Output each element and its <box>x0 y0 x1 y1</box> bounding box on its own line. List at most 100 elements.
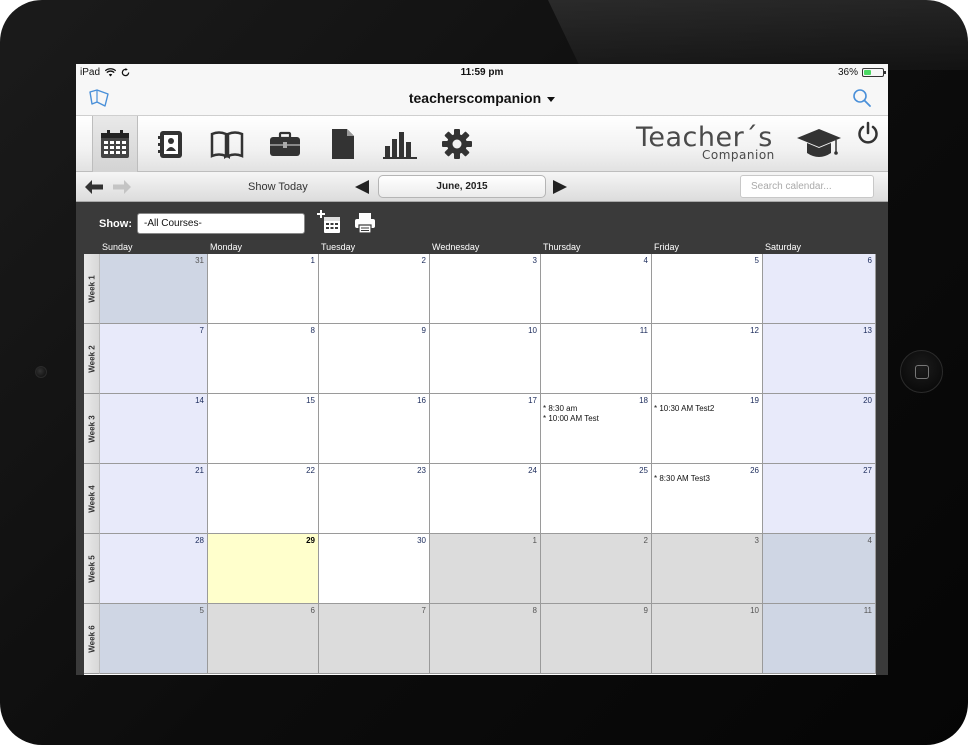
day-number: 4 <box>643 256 648 265</box>
chevron-down-icon <box>547 96 556 102</box>
calendar-day-cell[interactable]: 12 <box>652 324 763 394</box>
calendar-day-cell[interactable]: 16 <box>319 394 430 464</box>
add-calendar-event-icon[interactable] <box>316 209 342 235</box>
calendar-day-cell[interactable]: 22 <box>208 464 319 534</box>
document-icon <box>332 129 354 159</box>
calendar-day-cell[interactable]: 27 <box>763 464 876 534</box>
day-number: 5 <box>199 606 204 615</box>
forward-arrow-icon[interactable] <box>112 179 132 195</box>
calendar-day-cell[interactable]: 9 <box>319 324 430 394</box>
day-number: 3 <box>532 256 537 265</box>
weekday-header-monday: Monday <box>210 242 243 252</box>
calendar-day-cell[interactable]: 8 <box>430 604 541 674</box>
calendar-day-cell-today[interactable]: 29 <box>208 534 319 604</box>
month-selector[interactable]: June, 2015 <box>378 175 546 198</box>
day-number: 13 <box>863 326 872 335</box>
calendar-day-cell[interactable]: 10 <box>652 604 763 674</box>
week-label[interactable]: Week 2 <box>84 324 100 394</box>
briefcase-icon <box>270 131 300 156</box>
battery-percent: 36% <box>837 67 858 78</box>
calendar-event[interactable]: * 8:30 am <box>543 404 577 413</box>
day-number: 6 <box>867 256 872 265</box>
calendar-day-cell[interactable]: 28 <box>100 534 208 604</box>
previous-month-icon[interactable] <box>354 179 370 195</box>
day-number: 30 <box>417 536 426 545</box>
contacts-tool-button[interactable] <box>148 122 192 166</box>
show-today-button[interactable]: Show Today <box>248 181 308 193</box>
power-icon[interactable] <box>856 121 880 145</box>
next-month-icon[interactable] <box>552 179 568 195</box>
home-button[interactable] <box>900 350 943 393</box>
calendar-day-cell[interactable]: 9 <box>541 604 652 674</box>
calendar-icon <box>101 130 129 158</box>
calendar-day-cell[interactable]: 18 * 8:30 am * 10:00 AM Test <box>541 394 652 464</box>
calendar-day-cell[interactable]: 23 <box>319 464 430 534</box>
back-arrow-icon[interactable] <box>84 179 104 195</box>
calendar-day-cell[interactable]: 25 <box>541 464 652 534</box>
calendar-day-cell[interactable]: 1 <box>208 254 319 324</box>
calendar-day-cell[interactable]: 3 <box>430 254 541 324</box>
week-label[interactable]: Week 1 <box>84 254 100 324</box>
calendar-day-cell[interactable]: 5 <box>652 254 763 324</box>
calendar-day-cell[interactable]: 24 <box>430 464 541 534</box>
week-label[interactable]: Week 4 <box>84 464 100 534</box>
week-label[interactable]: Week 6 <box>84 604 100 674</box>
site-title-dropdown[interactable]: teacherscompanion <box>76 90 888 106</box>
search-icon[interactable] <box>852 88 872 108</box>
day-number: 12 <box>750 326 759 335</box>
calendar-day-cell[interactable]: 21 <box>100 464 208 534</box>
calendar-day-cell[interactable]: 31 <box>100 254 208 324</box>
calendar-day-cell[interactable]: 1 <box>430 534 541 604</box>
calendar-day-cell[interactable]: 2 <box>541 534 652 604</box>
printer-icon[interactable] <box>354 212 376 234</box>
documents-tool-button[interactable] <box>321 122 365 166</box>
settings-tool-button[interactable] <box>435 122 479 166</box>
show-label: Show: <box>99 218 132 230</box>
filter-bar: Show: -All Courses- <box>76 202 888 242</box>
reports-tool-button[interactable] <box>378 122 422 166</box>
day-number: 19 <box>750 396 759 405</box>
day-number: 20 <box>863 396 872 405</box>
day-number: 31 <box>195 256 204 265</box>
calendar-event[interactable]: * 10:00 AM Test <box>543 414 599 423</box>
battery-icon <box>862 68 886 77</box>
calendar-day-cell[interactable]: 2 <box>319 254 430 324</box>
calendar-day-cell[interactable]: 14 <box>100 394 208 464</box>
calendar-day-cell[interactable]: 17 <box>430 394 541 464</box>
calendar-day-cell[interactable]: 15 <box>208 394 319 464</box>
calendar-day-cell[interactable]: 3 <box>652 534 763 604</box>
teachers-companion-logo: Teacher´s Companion <box>636 122 851 166</box>
navigation-bar: teacherscompanion <box>76 81 888 116</box>
week-label[interactable]: Week 3 <box>84 394 100 464</box>
weekday-header-thursday: Thursday <box>543 242 581 252</box>
calendar-event[interactable]: * 10:30 AM Test2 <box>654 404 714 413</box>
calendar-day-cell[interactable]: 11 <box>763 604 876 674</box>
calendar-day-cell[interactable]: 4 <box>541 254 652 324</box>
briefcase-tool-button[interactable] <box>263 122 307 166</box>
calendar-day-cell[interactable]: 8 <box>208 324 319 394</box>
day-number: 2 <box>643 536 648 545</box>
weekday-header-wednesday: Wednesday <box>432 242 480 252</box>
day-number: 14 <box>195 396 204 405</box>
calendar-day-cell[interactable]: 4 <box>763 534 876 604</box>
calendar-day-cell[interactable]: 19 * 10:30 AM Test2 <box>652 394 763 464</box>
calendar-day-cell[interactable]: 26 * 8:30 AM Test3 <box>652 464 763 534</box>
calendar-day-cell[interactable]: 6 <box>208 604 319 674</box>
calendar-day-cell[interactable]: 7 <box>319 604 430 674</box>
course-select[interactable]: -All Courses- <box>137 213 305 234</box>
calendar-day-cell[interactable]: 6 <box>763 254 876 324</box>
calendar-event[interactable]: * 8:30 AM Test3 <box>654 474 710 483</box>
calendar-tool-button[interactable] <box>92 116 138 172</box>
calendar-day-cell[interactable]: 10 <box>430 324 541 394</box>
lessons-tool-button[interactable] <box>205 122 249 166</box>
search-calendar-input[interactable] <box>740 175 874 198</box>
calendar-day-cell[interactable]: 11 <box>541 324 652 394</box>
calendar-day-cell[interactable]: 30 <box>319 534 430 604</box>
calendar-day-cell[interactable]: 7 <box>100 324 208 394</box>
week-label[interactable]: Week 5 <box>84 534 100 604</box>
calendar-day-cell[interactable]: 13 <box>763 324 876 394</box>
day-number: 18 <box>639 396 648 405</box>
day-number: 21 <box>195 466 204 475</box>
calendar-day-cell[interactable]: 5 <box>100 604 208 674</box>
calendar-day-cell[interactable]: 20 <box>763 394 876 464</box>
